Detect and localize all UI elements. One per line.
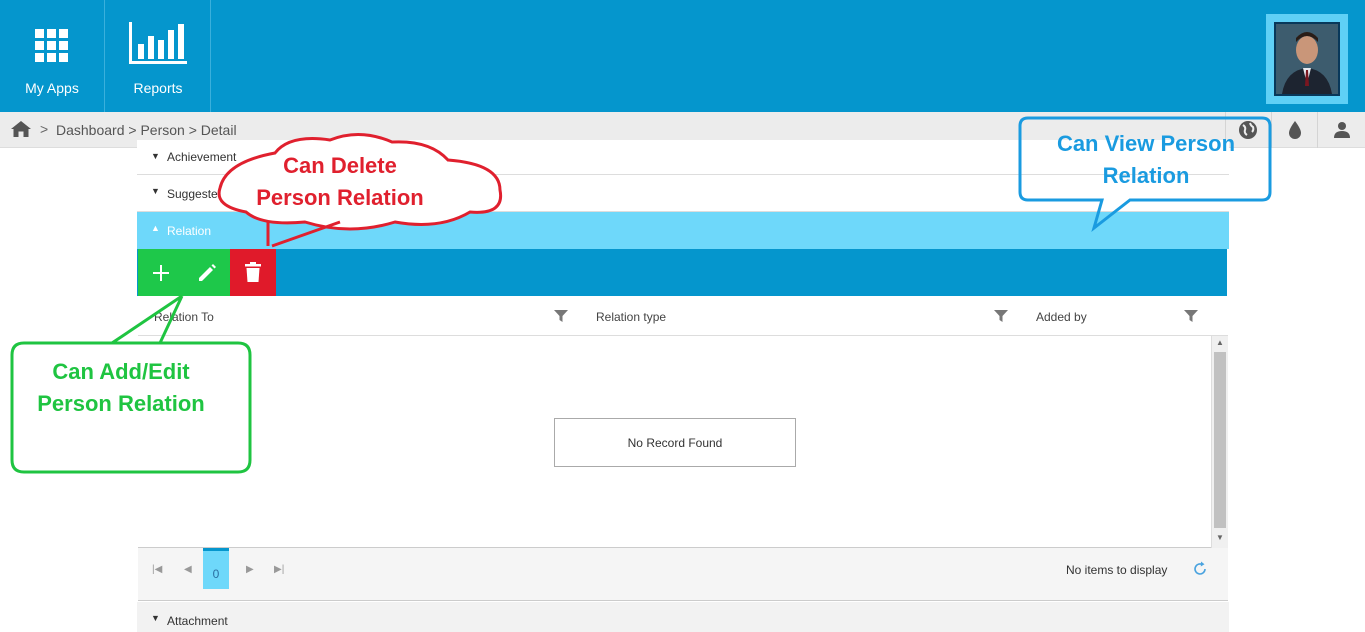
add-edit-callout-line1: Can Add/Edit bbox=[52, 359, 190, 384]
profile-button[interactable] bbox=[1317, 112, 1365, 148]
my-apps-tile[interactable]: My Apps bbox=[0, 0, 105, 112]
add-edit-callout-line2: Person Relation bbox=[37, 391, 205, 416]
scroll-up-icon[interactable]: ▲ bbox=[1216, 338, 1224, 347]
view-callout-line2: Relation bbox=[1102, 163, 1190, 188]
delete-callout-line1: Can Delete bbox=[283, 153, 397, 178]
edit-button[interactable] bbox=[184, 249, 230, 296]
collapse-arrow-icon: ▼ bbox=[151, 613, 160, 623]
breadcrumb: Dashboard > Person > Detail bbox=[56, 122, 237, 138]
empty-message: No Record Found bbox=[554, 418, 796, 467]
plus-icon bbox=[153, 265, 169, 281]
home-icon[interactable] bbox=[10, 120, 32, 138]
section-attachment[interactable]: ▼ Attachment bbox=[137, 602, 1229, 632]
collapse-arrow-icon: ▼ bbox=[151, 151, 160, 161]
grid-header: Relation To Relation type Added by bbox=[138, 298, 1228, 336]
last-page-icon[interactable]: ▶| bbox=[274, 564, 284, 575]
user-avatar[interactable] bbox=[1266, 14, 1348, 104]
breadcrumb-separator: > bbox=[40, 121, 49, 137]
previous-page-icon[interactable]: ◀ bbox=[184, 564, 192, 575]
vertical-scrollbar[interactable]: ▲ ▼ bbox=[1211, 336, 1228, 548]
apps-grid-icon bbox=[35, 29, 68, 62]
user-photo bbox=[1274, 22, 1340, 96]
view-callout-text: Can View Person Relation bbox=[1024, 128, 1268, 192]
top-app-bar: My Apps Reports bbox=[0, 0, 1365, 112]
expand-arrow-icon: ▲ bbox=[151, 223, 160, 233]
relation-toolbar bbox=[137, 249, 1227, 296]
theme-button[interactable] bbox=[1271, 112, 1317, 148]
filter-icon[interactable] bbox=[1184, 309, 1198, 323]
trash-icon bbox=[245, 262, 261, 282]
scroll-down-icon[interactable]: ▼ bbox=[1216, 533, 1224, 542]
reports-tile[interactable]: Reports bbox=[106, 0, 211, 112]
current-page[interactable]: 0 bbox=[203, 548, 229, 589]
section-attachment-label: Attachment bbox=[167, 614, 228, 628]
column-added-by[interactable]: Added by bbox=[1036, 310, 1087, 324]
section-relation-label: Relation bbox=[167, 224, 212, 238]
reports-label: Reports bbox=[133, 80, 183, 96]
droplet-icon bbox=[1289, 121, 1301, 139]
delete-button[interactable] bbox=[230, 249, 276, 296]
filter-icon[interactable] bbox=[554, 309, 568, 323]
column-relation-to[interactable]: Relation To bbox=[154, 310, 214, 324]
next-page-icon[interactable]: ▶ bbox=[246, 564, 254, 575]
first-page-icon[interactable]: |◀ bbox=[152, 564, 162, 575]
delete-callout-text: Can Delete Person Relation bbox=[240, 150, 440, 214]
filter-icon[interactable] bbox=[994, 309, 1008, 323]
section-achievement-label: Achievement bbox=[167, 150, 237, 164]
grid-pager: |◀ ◀ 0 ▶ ▶| No items to display bbox=[138, 548, 1228, 601]
collapse-arrow-icon: ▼ bbox=[151, 186, 160, 196]
section-relation[interactable]: ▲ Relation bbox=[137, 212, 1229, 249]
delete-callout-line2: Person Relation bbox=[256, 185, 424, 210]
reports-chart-icon bbox=[129, 22, 187, 64]
grid-body: No Record Found ▲ ▼ bbox=[138, 336, 1228, 548]
user-icon bbox=[1334, 122, 1350, 138]
column-relation-type[interactable]: Relation type bbox=[596, 310, 666, 324]
scrollbar-thumb[interactable] bbox=[1214, 352, 1226, 528]
refresh-icon[interactable] bbox=[1192, 561, 1208, 577]
view-callout-line1: Can View Person bbox=[1056, 131, 1236, 156]
my-apps-label: My Apps bbox=[25, 80, 79, 96]
add-button[interactable] bbox=[138, 249, 184, 296]
pager-info: No items to display bbox=[1066, 563, 1168, 577]
add-edit-callout-text: Can Add/Edit Person Relation bbox=[14, 356, 228, 420]
pencil-icon bbox=[199, 264, 216, 281]
